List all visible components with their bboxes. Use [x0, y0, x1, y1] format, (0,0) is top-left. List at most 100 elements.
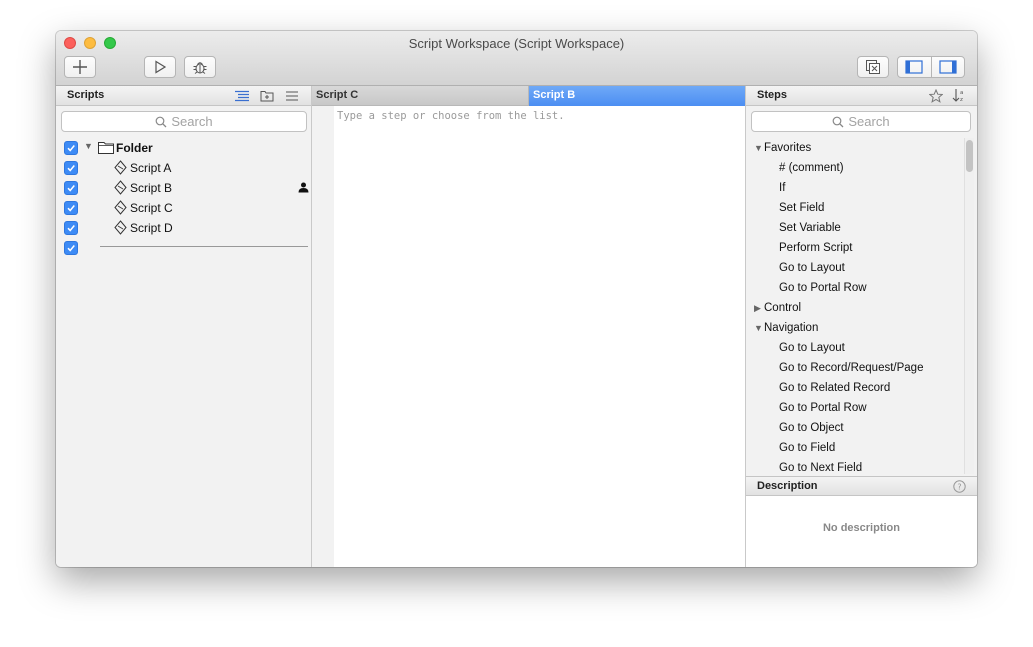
- search-icon: [832, 116, 844, 127]
- separator-checkbox[interactable]: [64, 241, 78, 255]
- scripts-header-label: Scripts: [67, 89, 105, 101]
- script-b-checkbox[interactable]: [64, 181, 78, 195]
- category-favorites[interactable]: ▼Favorites: [754, 138, 811, 158]
- pane-toggle-group: [897, 56, 965, 78]
- separator-icon[interactable]: [285, 90, 299, 102]
- script-row-d[interactable]: Script D: [56, 218, 311, 238]
- sort-icon[interactable]: az: [952, 88, 966, 103]
- script-editor-pane: Script C Script B Type a step or choose …: [312, 86, 745, 567]
- folder-checkbox[interactable]: [64, 141, 78, 155]
- scripts-search-input[interactable]: Search: [61, 111, 307, 132]
- separator-line: [100, 246, 308, 247]
- sidebar-right-icon: [939, 60, 957, 74]
- steps-search-input[interactable]: Search: [751, 111, 971, 132]
- search-icon: [155, 116, 167, 127]
- script-icon: [114, 220, 127, 235]
- steps-scroll-thumb[interactable]: [966, 140, 973, 172]
- disclosure-triangle-icon[interactable]: ▼: [84, 141, 93, 151]
- script-a-checkbox[interactable]: [64, 161, 78, 175]
- separator-row[interactable]: [56, 238, 311, 258]
- expanded-triangle-icon: ▼: [754, 323, 763, 333]
- no-description-text: No description: [822, 522, 900, 534]
- folder-row[interactable]: ▼ Folder: [56, 138, 311, 158]
- folder-icon: [98, 142, 114, 154]
- svg-text:z: z: [960, 97, 963, 103]
- star-icon[interactable]: [929, 89, 943, 103]
- run-script-button[interactable]: [144, 56, 176, 78]
- steps-search-placeholder: Search: [848, 114, 890, 129]
- script-workspace-window: Script Workspace (Script Workspace) Scri…: [56, 31, 977, 567]
- scripts-pane: Scripts Search ▼ Folder Script A Script …: [56, 86, 312, 567]
- script-icon: [114, 160, 127, 175]
- description-header-label: Description: [757, 480, 818, 492]
- checkmark-icon: [67, 165, 75, 172]
- editor-gutter: [312, 106, 334, 567]
- play-icon: [155, 60, 167, 74]
- checkmark-icon: [67, 145, 75, 152]
- steps-pane: Steps az Search ▼Favorites # (comment) I…: [745, 86, 977, 567]
- script-row-b[interactable]: Script B: [56, 178, 311, 198]
- checkmark-icon: [67, 225, 75, 232]
- script-icon: [114, 180, 127, 195]
- step-item[interactable]: If: [779, 178, 785, 198]
- step-entry-placeholder[interactable]: Type a step or choose from the list.: [337, 110, 565, 122]
- new-folder-icon[interactable]: [260, 89, 274, 102]
- manage-windows-icon: [866, 60, 880, 74]
- step-item[interactable]: # (comment): [779, 158, 844, 178]
- sidebar-left-icon: [905, 60, 923, 74]
- plus-icon: [73, 60, 87, 74]
- steps-pane-header: Steps az: [746, 86, 977, 106]
- tab-script-b[interactable]: Script B: [529, 86, 745, 106]
- folder-label: Folder: [116, 141, 153, 155]
- script-row-a[interactable]: Script A: [56, 158, 311, 178]
- category-label: Navigation: [764, 322, 819, 334]
- new-script-button[interactable]: [64, 56, 96, 78]
- script-label: Script D: [130, 221, 173, 235]
- step-item[interactable]: Perform Script: [779, 238, 853, 258]
- help-icon[interactable]: ?: [953, 480, 966, 493]
- script-label: Script B: [130, 181, 173, 195]
- steps-scrollbar[interactable]: [964, 138, 974, 474]
- category-control[interactable]: ▶ Control: [754, 298, 801, 318]
- scripts-search-placeholder: Search: [171, 114, 213, 129]
- step-item[interactable]: Go to Record/Request/Page: [779, 358, 923, 378]
- tab-script-c[interactable]: Script C: [312, 86, 529, 106]
- bug-icon: [193, 62, 207, 74]
- step-item[interactable]: Set Variable: [779, 218, 841, 238]
- script-c-checkbox[interactable]: [64, 201, 78, 215]
- step-item[interactable]: Go to Field: [779, 438, 835, 458]
- user-icon: [298, 182, 309, 193]
- description-header: Description ?: [746, 476, 977, 496]
- description-body: No description: [746, 496, 977, 567]
- list-view-icon[interactable]: [235, 90, 249, 102]
- step-item[interactable]: Go to Layout: [779, 338, 845, 358]
- svg-text:a: a: [960, 90, 963, 96]
- scripts-pane-header: Scripts: [56, 86, 311, 106]
- step-item[interactable]: Go to Portal Row: [779, 278, 867, 298]
- step-item[interactable]: Go to Object: [779, 418, 844, 438]
- checkmark-icon: [67, 205, 75, 212]
- step-item[interactable]: Go to Next Field: [779, 458, 862, 478]
- step-item[interactable]: Go to Related Record: [779, 378, 890, 398]
- script-d-checkbox[interactable]: [64, 221, 78, 235]
- steps-header-label: Steps: [757, 89, 787, 101]
- script-row-c[interactable]: Script C: [56, 198, 311, 218]
- window-title: Script Workspace (Script Workspace): [408, 36, 625, 51]
- step-item[interactable]: Go to Layout: [779, 258, 845, 278]
- checkmark-icon: [67, 185, 75, 192]
- debug-script-button[interactable]: [184, 56, 216, 78]
- titlebar: Script Workspace (Script Workspace): [56, 31, 977, 86]
- expanded-triangle-icon: ▼: [754, 143, 763, 153]
- script-icon: [114, 200, 127, 215]
- step-item[interactable]: Go to Portal Row: [779, 398, 867, 418]
- toggle-right-pane-button[interactable]: [932, 57, 965, 77]
- checkmark-icon: [67, 245, 75, 252]
- step-item[interactable]: Set Field: [779, 198, 824, 218]
- category-navigation[interactable]: ▼Navigation: [754, 318, 818, 338]
- collapsed-triangle-icon: ▶: [754, 303, 761, 313]
- category-label: Favorites: [764, 142, 812, 154]
- script-label: Script C: [130, 201, 173, 215]
- toggle-left-pane-button[interactable]: [898, 57, 932, 77]
- manage-windows-button[interactable]: [857, 56, 889, 78]
- category-label: Control: [764, 302, 802, 314]
